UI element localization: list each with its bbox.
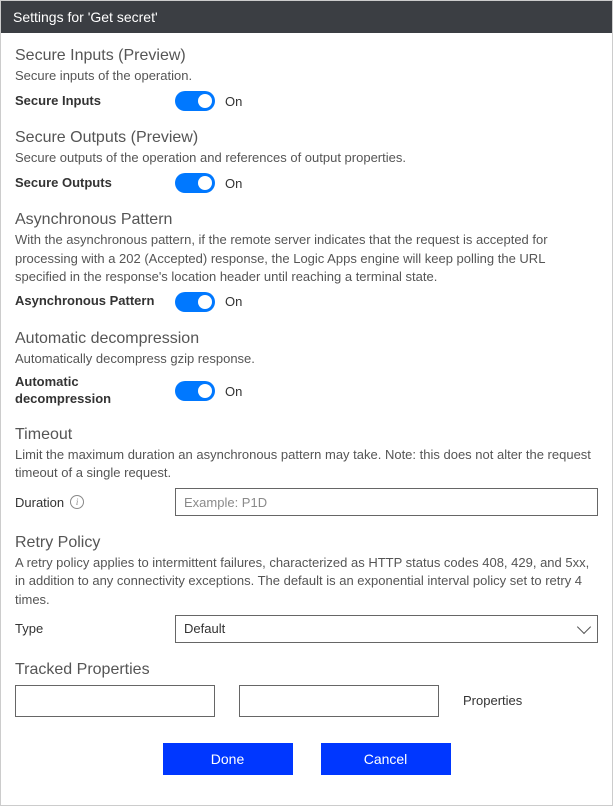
tracked-value-input[interactable] — [239, 685, 439, 717]
secure-outputs-title: Secure Outputs (Preview) — [15, 129, 598, 147]
secure-outputs-label: Secure Outputs — [15, 175, 175, 192]
retry-title: Retry Policy — [15, 534, 598, 552]
section-retry-policy: Retry Policy A retry policy applies to i… — [15, 534, 598, 643]
retry-type-value: Default — [184, 621, 225, 636]
section-secure-inputs: Secure Inputs (Preview) Secure inputs of… — [15, 47, 598, 111]
timeout-desc: Limit the maximum duration an asynchrono… — [15, 446, 598, 482]
done-button[interactable]: Done — [163, 743, 293, 775]
chevron-down-icon — [577, 620, 591, 634]
auto-decompress-toggle[interactable] — [175, 381, 215, 401]
auto-decompress-desc: Automatically decompress gzip response. — [15, 350, 598, 368]
secure-inputs-desc: Secure inputs of the operation. — [15, 67, 598, 85]
secure-inputs-label: Secure Inputs — [15, 93, 175, 110]
footer: Done Cancel — [15, 725, 598, 795]
async-pattern-label: Asynchronous Pattern — [15, 293, 175, 310]
tracked-caption: Properties — [463, 693, 522, 708]
retry-type-label: Type — [15, 621, 175, 636]
tracked-title: Tracked Properties — [15, 661, 598, 679]
retry-desc: A retry policy applies to intermittent f… — [15, 554, 598, 609]
settings-panel: Settings for 'Get secret' Secure Inputs … — [0, 0, 613, 806]
panel-title: Settings for 'Get secret' — [13, 9, 158, 25]
section-timeout: Timeout Limit the maximum duration an as… — [15, 426, 598, 516]
duration-label: Duration i — [15, 495, 175, 510]
panel-body: Secure Inputs (Preview) Secure inputs of… — [1, 33, 612, 805]
async-pattern-desc: With the asynchronous pattern, if the re… — [15, 231, 598, 286]
section-async-pattern: Asynchronous Pattern With the asynchrono… — [15, 211, 598, 312]
async-pattern-toggle[interactable] — [175, 292, 215, 312]
section-secure-outputs: Secure Outputs (Preview) Secure outputs … — [15, 129, 598, 193]
timeout-title: Timeout — [15, 426, 598, 444]
secure-inputs-state: On — [225, 94, 242, 109]
cancel-button[interactable]: Cancel — [321, 743, 451, 775]
async-pattern-state: On — [225, 294, 242, 309]
section-tracked-properties: Tracked Properties Properties — [15, 661, 598, 717]
panel-header: Settings for 'Get secret' — [1, 1, 612, 33]
retry-type-select[interactable]: Default — [175, 615, 598, 643]
secure-inputs-title: Secure Inputs (Preview) — [15, 47, 598, 65]
secure-outputs-toggle[interactable] — [175, 173, 215, 193]
auto-decompress-title: Automatic decompression — [15, 330, 598, 348]
secure-inputs-toggle[interactable] — [175, 91, 215, 111]
auto-decompress-state: On — [225, 384, 242, 399]
section-auto-decompress: Automatic decompression Automatically de… — [15, 330, 598, 408]
info-icon[interactable]: i — [70, 495, 84, 509]
secure-outputs-state: On — [225, 176, 242, 191]
auto-decompress-label: Automatic decompression — [15, 374, 175, 408]
duration-input[interactable] — [175, 488, 598, 516]
tracked-key-input[interactable] — [15, 685, 215, 717]
duration-label-text: Duration — [15, 495, 64, 510]
secure-outputs-desc: Secure outputs of the operation and refe… — [15, 149, 598, 167]
async-pattern-title: Asynchronous Pattern — [15, 211, 598, 229]
